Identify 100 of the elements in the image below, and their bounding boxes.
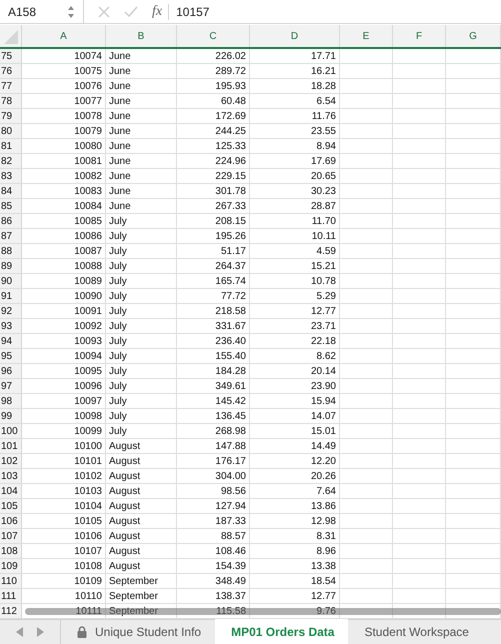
table-cell: 108.46 <box>215 546 246 557</box>
row-number[interactable]: 81 <box>0 139 22 154</box>
row-number[interactable]: 112 <box>0 604 22 620</box>
row-number[interactable]: 78 <box>0 94 22 110</box>
row-number[interactable]: 98 <box>0 394 22 410</box>
table-cell: August <box>109 440 140 452</box>
table-cell: 264.37 <box>215 260 246 272</box>
row-number[interactable]: 102 <box>0 454 22 470</box>
formula-field[interactable]: 10157 <box>176 4 210 19</box>
empty-cell <box>446 529 501 544</box>
empty-cell <box>393 454 446 470</box>
scrollbar[interactable] <box>25 608 501 616</box>
column-header[interactable]: D <box>250 25 340 48</box>
row-number[interactable]: 82 <box>0 154 22 170</box>
table-cell: 348.49 <box>215 576 246 587</box>
table-cell: 226.02 <box>215 50 246 62</box>
table-cell: 10097 <box>74 396 102 407</box>
table-cell: June <box>109 170 131 182</box>
table-cell: July <box>109 350 127 362</box>
table-cell: 187.33 <box>215 516 246 527</box>
empty-cell <box>446 409 501 424</box>
table-cell: 10091 <box>74 306 102 317</box>
row-number[interactable]: 86 <box>0 214 22 230</box>
sheet-tab[interactable]: Unique Student Info <box>61 620 216 644</box>
row-number[interactable]: 101 <box>0 439 22 454</box>
row-number[interactable]: 76 <box>0 64 22 80</box>
previous-sheet-icon[interactable] <box>16 627 24 638</box>
table-cell: July <box>109 290 127 302</box>
row-number[interactable]: 108 <box>0 544 22 560</box>
row-number[interactable]: 89 <box>0 259 22 274</box>
row-number[interactable]: 96 <box>0 364 22 380</box>
row-number[interactable]: 92 <box>0 304 22 320</box>
table-cell: 331.67 <box>215 320 246 332</box>
table-cell: 236.40 <box>215 336 246 347</box>
row-number[interactable]: 85 <box>0 199 22 214</box>
column-header[interactable]: G <box>446 25 501 48</box>
row-number[interactable]: 104 <box>0 484 22 500</box>
column-header[interactable]: F <box>393 25 446 48</box>
row-number[interactable]: 93 <box>0 319 22 334</box>
stepper-icon[interactable] <box>67 4 75 19</box>
row-number[interactable]: 79 <box>0 109 22 124</box>
table-cell: June <box>109 96 131 107</box>
row-number[interactable]: 87 <box>0 229 22 244</box>
row-number[interactable]: 109 <box>0 559 22 574</box>
table-cell: 8.62 <box>316 350 336 362</box>
empty-cell <box>446 544 501 560</box>
row-number[interactable]: 83 <box>0 169 22 184</box>
column-header[interactable]: C <box>177 25 250 48</box>
table-cell: June <box>109 110 131 122</box>
table-cell: 23.90 <box>310 380 336 392</box>
empty-cell <box>446 574 501 590</box>
table-cell: 301.78 <box>215 186 246 197</box>
table-cell: 349.61 <box>215 380 246 392</box>
sheet-tab[interactable]: Student Workspace <box>348 620 483 644</box>
table-cell: 22.18 <box>310 336 336 347</box>
table-cell: 17.71 <box>310 50 336 62</box>
row-number[interactable]: 99 <box>0 409 22 424</box>
row-number[interactable]: 106 <box>0 514 22 530</box>
row-number[interactable]: 105 <box>0 499 22 514</box>
table-cell: September <box>109 576 158 587</box>
row-number[interactable]: 88 <box>0 244 22 260</box>
table-cell: August <box>109 516 140 527</box>
table-cell: 125.33 <box>215 140 246 152</box>
row-number[interactable]: 100 <box>0 424 22 440</box>
empty-cell <box>393 199 446 214</box>
empty-cell <box>393 124 446 140</box>
row-number[interactable]: 95 <box>0 349 22 364</box>
column-header[interactable]: B <box>106 25 177 48</box>
table-cell: 20.14 <box>310 366 336 377</box>
empty-cell <box>446 394 501 410</box>
row-number[interactable]: 80 <box>0 124 22 140</box>
column-header[interactable]: A <box>22 25 106 48</box>
column-header[interactable]: E <box>340 25 393 48</box>
function-label[interactable]: fx <box>152 4 170 20</box>
table-cell: June <box>109 140 131 152</box>
row-number[interactable]: 90 <box>0 274 22 290</box>
row-number[interactable]: 75 <box>0 49 22 64</box>
table-cell: July <box>109 336 127 347</box>
row-number[interactable]: 94 <box>0 334 22 350</box>
empty-cell <box>446 124 501 140</box>
row-number[interactable]: 84 <box>0 184 22 200</box>
table-cell: 10106 <box>74 530 102 542</box>
table-cell: 10095 <box>74 366 102 377</box>
row-number[interactable]: 107 <box>0 529 22 544</box>
sheet-tab[interactable]: MP01 Orders Data <box>215 619 348 644</box>
row-number[interactable]: 97 <box>0 379 22 394</box>
row-number[interactable]: 110 <box>0 574 22 590</box>
name-box[interactable]: A158 <box>8 4 36 19</box>
table-cell: 10.78 <box>310 276 336 287</box>
table-cell: 10083 <box>74 186 102 197</box>
empty-cell <box>393 394 446 410</box>
row-number[interactable]: 111 <box>0 589 22 604</box>
empty-cell <box>446 499 501 514</box>
empty-cell <box>446 319 501 334</box>
row-number[interactable]: 91 <box>0 289 22 304</box>
next-sheet-icon[interactable] <box>36 627 44 638</box>
row-number[interactable]: 77 <box>0 79 22 94</box>
row-number[interactable]: 103 <box>0 469 22 484</box>
table-cell: August <box>109 500 140 512</box>
table-cell: 5.29 <box>316 290 336 302</box>
